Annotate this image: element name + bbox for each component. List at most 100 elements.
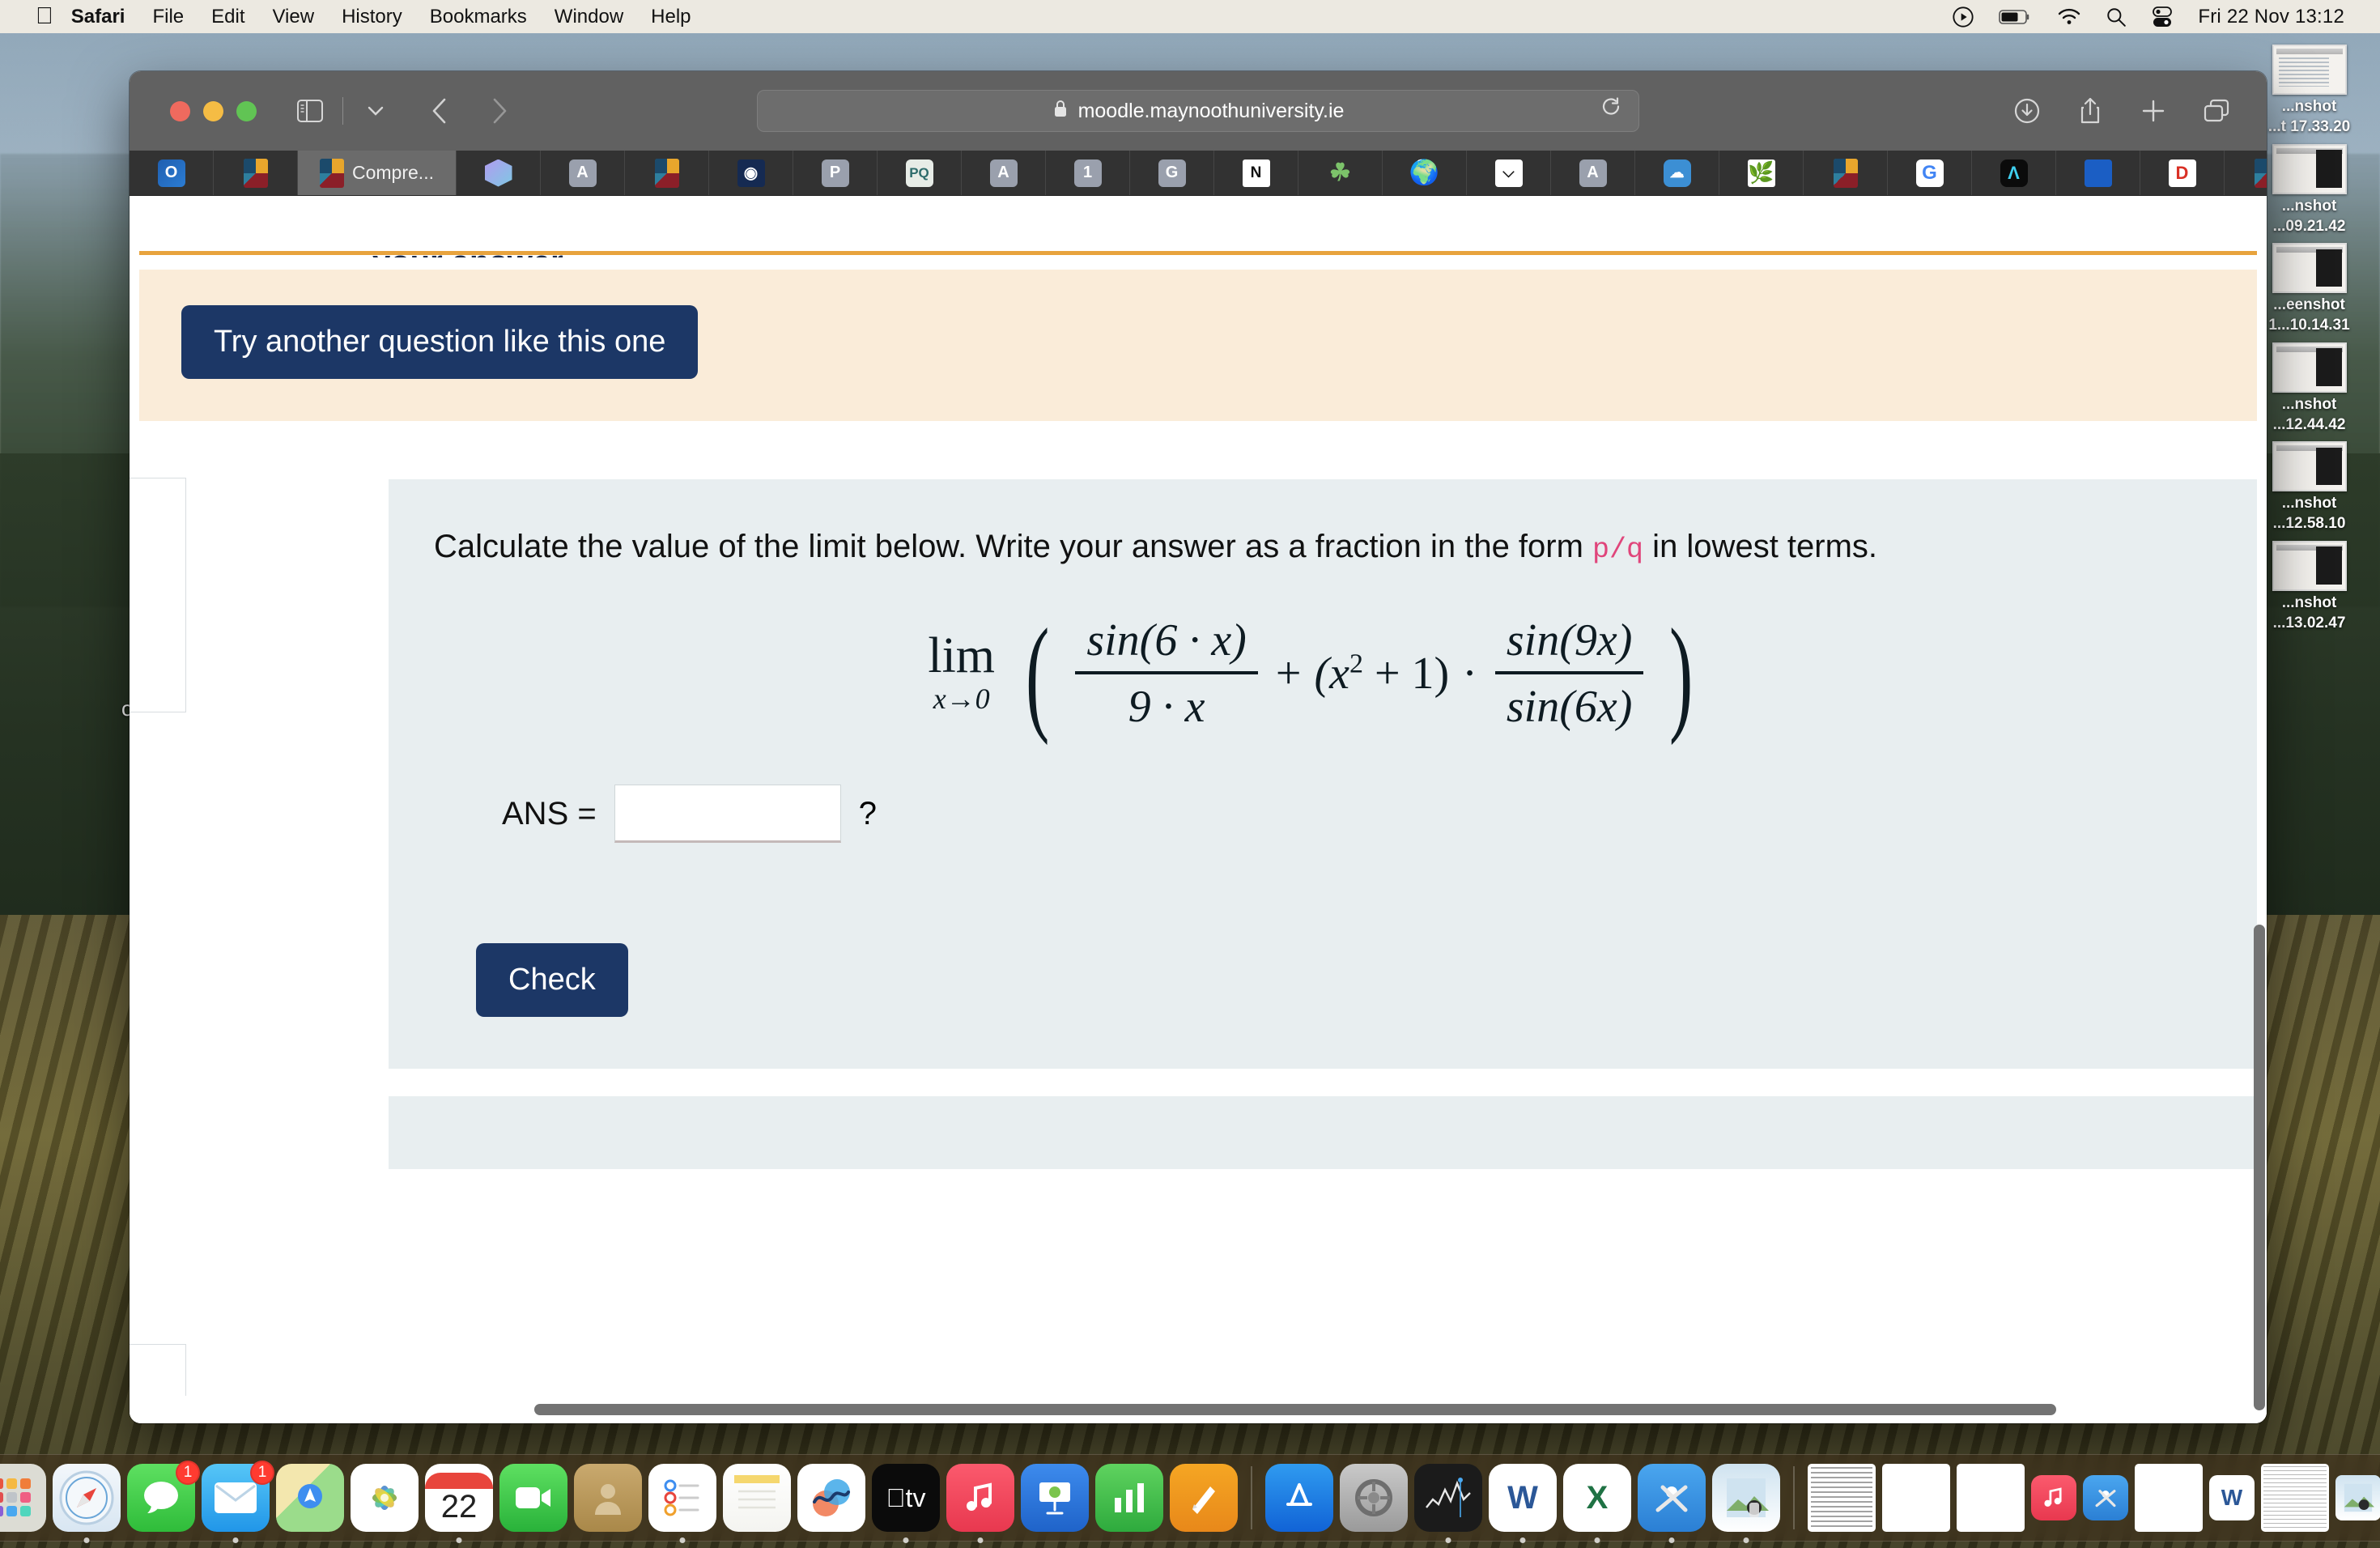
tab-globe[interactable]: 🌍 (1383, 151, 1467, 195)
dot-operator: · (1462, 649, 1477, 700)
battery-icon[interactable] (1999, 7, 2033, 27)
share-icon[interactable] (2071, 91, 2110, 130)
minimized-music-window[interactable] (2031, 1475, 2076, 1520)
dock-item-keynote[interactable] (1021, 1464, 1089, 1532)
tab-maynooth-1[interactable] (214, 151, 298, 195)
dock-item-microsoft-word[interactable]: W (1489, 1464, 1557, 1543)
minimized-preview-window[interactable] (2335, 1475, 2380, 1520)
dock-item-safari[interactable] (53, 1464, 121, 1543)
menu-item-view[interactable]: View (272, 6, 314, 28)
dock-item-numbers[interactable] (1095, 1464, 1163, 1532)
search-icon[interactable] (2106, 6, 2127, 28)
tab-leaf[interactable]: 🌿 (1719, 151, 1804, 195)
play-circle-icon[interactable] (1952, 6, 1974, 28)
dock-item-freeform[interactable] (797, 1464, 865, 1532)
horizontal-scrollbar-thumb[interactable] (534, 1404, 2056, 1415)
minimized-wifi-tool-window[interactable] (2083, 1475, 2128, 1520)
answer-row: ANS = ? (502, 785, 2208, 844)
menu-item-bookmarks[interactable]: Bookmarks (430, 6, 527, 28)
dock-item-preview[interactable] (1712, 1464, 1780, 1543)
tab-letter-a-1[interactable]: A (541, 151, 625, 195)
tab-letter-d[interactable]: D (2140, 151, 2225, 195)
dock-item-microsoft-excel[interactable]: X (1563, 1464, 1631, 1543)
tab-clover[interactable]: ☘ (1298, 151, 1383, 195)
zoom-button[interactable] (236, 100, 257, 121)
tab-pq[interactable]: PQ (878, 151, 962, 195)
clover-icon: ☘ (1329, 159, 1351, 186)
dock-item-music[interactable] (946, 1464, 1014, 1543)
close-button[interactable] (170, 100, 190, 121)
tab-purple-gem[interactable] (457, 151, 541, 195)
tab-google-1[interactable]: G (1888, 151, 1972, 195)
tab-blue-square[interactable] (2056, 151, 2140, 195)
dock-item-stocks[interactable] (1414, 1464, 1482, 1543)
answer-input[interactable] (614, 785, 841, 844)
dock-item-wifi-utility[interactable] (1638, 1464, 1706, 1543)
dock-item-photos[interactable] (351, 1464, 419, 1532)
reload-icon[interactable] (1601, 97, 1622, 125)
dock-item-maps[interactable] (276, 1464, 344, 1532)
menu-item-edit[interactable]: Edit (211, 6, 244, 28)
dock-item-contacts[interactable] (574, 1464, 642, 1532)
forward-arrow-icon[interactable] (479, 91, 518, 130)
minimized-dark-window[interactable] (1882, 1464, 1950, 1532)
check-button[interactable]: Check (476, 943, 628, 1018)
tab-maynooth-4[interactable] (2225, 151, 2267, 195)
tab-outlook[interactable]: O (130, 151, 214, 195)
tab-letter-a-3[interactable]: A (1551, 151, 1635, 195)
sidebar-toggle-icon[interactable] (291, 91, 329, 130)
dock-item-pages[interactable] (1170, 1464, 1238, 1532)
try-another-question-button[interactable]: Try another question like this one (181, 305, 699, 379)
tab-number-one[interactable]: 1 (1046, 151, 1130, 195)
dock-item-messages[interactable]: 1 (127, 1461, 200, 1532)
wifi-icon[interactable] (2057, 7, 2081, 27)
outlook-icon: O (157, 159, 185, 187)
control-center-icon[interactable] (2151, 6, 2174, 28)
minimize-button[interactable] (203, 100, 223, 121)
tab-letter-g[interactable]: G (1130, 151, 1214, 195)
back-arrow-icon[interactable] (421, 91, 460, 130)
dock-item-calendar[interactable]: 22 (425, 1464, 493, 1543)
menu-item-help[interactable]: Help (651, 6, 691, 28)
minimized-document-window[interactable] (1808, 1464, 1876, 1532)
dock-item-launchpad[interactable] (0, 1464, 46, 1532)
minimized-word-window[interactable]: W (2209, 1475, 2255, 1520)
menu-item-window[interactable]: Window (555, 6, 623, 28)
dock-item-facetime[interactable] (499, 1464, 567, 1532)
menu-item-safari[interactable]: Safari (71, 6, 125, 28)
tab-overview-icon[interactable] (2197, 91, 2236, 130)
tab-compre[interactable]: Compre... (298, 151, 457, 195)
tab-letter-p[interactable]: P (793, 151, 878, 195)
dock-item-reminders[interactable] (648, 1464, 716, 1543)
minimized-black-window[interactable] (2135, 1464, 2203, 1532)
dock-item-app-store[interactable] (1265, 1464, 1333, 1532)
tab-circle-emblem[interactable]: ◉ (709, 151, 793, 195)
letter-a-icon: A (1579, 159, 1607, 187)
menu-item-history[interactable]: History (342, 6, 402, 28)
minimized-wifi-window[interactable] (1957, 1464, 2025, 1532)
apple-logo-icon[interactable]:  (36, 5, 53, 28)
minimized-notes-window[interactable] (2261, 1464, 2329, 1532)
file-thumbnail (2272, 243, 2347, 294)
tab-maynooth-3[interactable] (1804, 151, 1888, 195)
menu-bar-status-area: Fri 22 Nov 13:12 (1952, 6, 2362, 28)
chevron-down-icon[interactable] (356, 91, 395, 130)
tab-cloud-doc[interactable]: ☁ (1635, 151, 1719, 195)
tab-letter-a-2[interactable]: A (962, 151, 1046, 195)
address-bar[interactable]: moodle.maynoothuniversity.ie (757, 90, 1639, 132)
tab-vee[interactable]: ⌵ (1467, 151, 1551, 195)
new-tab-icon[interactable] (2134, 91, 2173, 130)
tab-maynooth-2[interactable] (625, 151, 709, 195)
menu-bar-clock[interactable]: Fri 22 Nov 13:12 (2198, 6, 2344, 28)
dock-item-system-settings[interactable] (1340, 1464, 1408, 1532)
vertical-scrollbar[interactable] (2254, 925, 2265, 1410)
downloads-icon[interactable] (2008, 91, 2046, 130)
menu-item-file[interactable]: File (152, 6, 184, 28)
horizontal-scrollbar-track[interactable] (130, 1396, 2267, 1423)
tab-notion[interactable]: N (1214, 151, 1298, 195)
dock-item-apple-tv[interactable]: tv (872, 1464, 940, 1543)
tab-a-dark[interactable]: Λ (1972, 151, 2056, 195)
dock-item-mail[interactable]: 1 (202, 1461, 274, 1543)
limit-label: lim (928, 627, 996, 683)
dock-item-notes[interactable] (723, 1464, 791, 1532)
